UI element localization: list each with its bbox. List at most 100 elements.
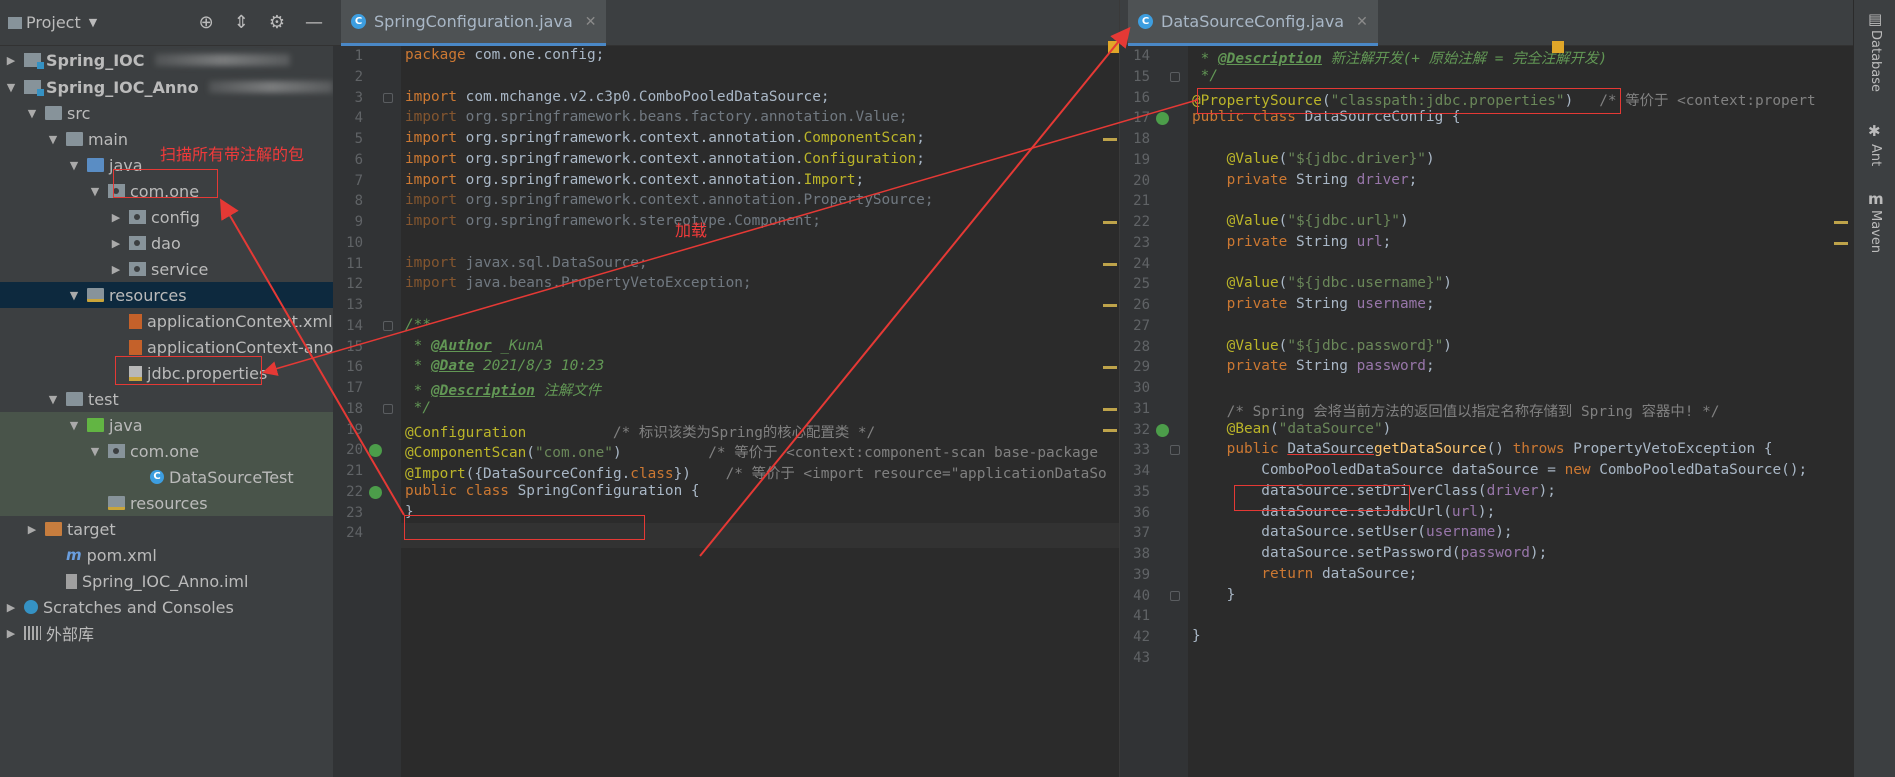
code-line[interactable]: * @Author _KunA xyxy=(405,338,544,354)
code-line[interactable]: @Value("${jdbc.username}") xyxy=(1192,275,1452,291)
code-line[interactable]: /* Spring 会将当前方法的返回值以指定名称存储到 Spring 容器中!… xyxy=(1192,400,1720,421)
chevron-down-icon[interactable]: ▼ xyxy=(46,133,60,146)
code-line[interactable]: import java.beans.PropertyVetoException; xyxy=(405,275,752,291)
code-line[interactable]: import com.mchange.v2.c3p0.ComboPooledDa… xyxy=(405,89,830,105)
tool-tab-database[interactable]: Database xyxy=(1868,30,1883,92)
code-line[interactable]: */ xyxy=(1192,68,1218,84)
tree-node-applicationcontext-anothe[interactable]: applicationContext-anothe xyxy=(0,334,333,360)
code-line[interactable]: import org.springframework.stereotype.Co… xyxy=(405,213,821,229)
minimize-icon[interactable]: — xyxy=(305,12,323,33)
tree-node-jdbc-properties[interactable]: jdbc.properties xyxy=(0,360,333,386)
code-line[interactable]: ComboPooledDataSource dataSource = new C… xyxy=(1192,462,1807,478)
close-icon[interactable]: ✕ xyxy=(585,14,597,30)
chevron-down-icon[interactable]: ▼ xyxy=(67,159,81,172)
tree-node-pom-xml[interactable]: m pom.xml xyxy=(0,542,333,568)
code-line[interactable]: import org.springframework.context.annot… xyxy=(405,172,864,188)
warning-stripe[interactable] xyxy=(1103,138,1117,141)
code-line[interactable]: private String username; xyxy=(1192,296,1435,312)
tool-tab-ant[interactable]: Ant xyxy=(1868,144,1883,166)
warning-icon[interactable] xyxy=(1108,41,1119,54)
fold-marker-icon[interactable] xyxy=(383,320,393,331)
chevron-right-icon[interactable]: ▶ xyxy=(4,54,18,67)
code-line[interactable]: package com.one.config; xyxy=(405,47,604,63)
code-line[interactable]: private String url; xyxy=(1192,234,1392,250)
tree-node-scratches-and-consoles[interactable]: ▶ Scratches and Consoles xyxy=(0,594,333,620)
chevron-right-icon[interactable]: ▶ xyxy=(25,523,39,536)
warning-stripe[interactable] xyxy=(1103,262,1117,266)
tree-node-dao[interactable]: ▶ dao xyxy=(0,230,333,256)
tree-node-spring-ioc-anno-iml[interactable]: Spring_IOC_Anno.iml xyxy=(0,568,333,594)
spring-bean-icon[interactable] xyxy=(369,485,382,499)
code-line[interactable]: @PropertySource("classpath:jdbc.properti… xyxy=(1192,89,1816,110)
chevron-down-icon[interactable]: ▼ xyxy=(4,81,18,94)
code-line[interactable]: public class DataSourceConfig { xyxy=(1192,109,1461,125)
tree-node-spring-ioc[interactable]: ▶ Spring_IOC xyxy=(0,47,333,73)
code-line[interactable]: @Value("${jdbc.password}") xyxy=(1192,338,1452,354)
code-line[interactable]: private String password; xyxy=(1192,358,1435,374)
tree-node-spring-ioc-anno[interactable]: ▼ Spring_IOC_Anno xyxy=(0,74,333,100)
code-line[interactable]: } xyxy=(1192,587,1236,603)
warning-stripe[interactable] xyxy=(1103,366,1117,370)
chevron-down-icon[interactable]: ▼ xyxy=(25,107,39,120)
fold-marker-icon[interactable] xyxy=(1170,445,1180,456)
code-line[interactable]: @Value("${jdbc.driver}") xyxy=(1192,151,1435,167)
code-line[interactable]: * @Description 新注解开发(+ 原始注解 = 完全注解开发) xyxy=(1192,47,1607,68)
code-line[interactable]: import org.springframework.context.annot… xyxy=(405,130,925,146)
code-line[interactable]: * @Description 注解文件 xyxy=(405,379,602,400)
chevron-right-icon[interactable]: ▶ xyxy=(109,211,123,224)
fold-marker-icon[interactable] xyxy=(1170,590,1180,601)
chevron-down-icon[interactable]: ▼ xyxy=(89,16,97,29)
code-line[interactable]: private String driver; xyxy=(1192,172,1418,188)
chevron-right-icon[interactable]: ▶ xyxy=(109,237,123,250)
code-line[interactable]: public class SpringConfiguration { xyxy=(405,483,700,499)
chevron-down-icon[interactable]: ▼ xyxy=(67,419,81,432)
collapse-icon[interactable]: ⇕ xyxy=(234,12,249,33)
tree-node-config[interactable]: ▶ config xyxy=(0,204,333,230)
tree-node-resources[interactable]: resources xyxy=(0,490,333,516)
chevron-right-icon[interactable]: ▶ xyxy=(109,263,123,276)
tab-datasource-config[interactable]: C DataSourceConfig.java ✕ xyxy=(1128,0,1378,46)
code-line[interactable]: dataSource.setUser(username); xyxy=(1192,524,1512,540)
tab-spring-configuration[interactable]: C SpringConfiguration.java ✕ xyxy=(341,0,607,46)
code-line[interactable]: import org.springframework.beans.factory… xyxy=(405,109,908,125)
code-line[interactable]: @Value("${jdbc.url}") xyxy=(1192,213,1409,229)
tree-node-test[interactable]: ▼ test xyxy=(0,386,333,412)
chevron-down-icon[interactable]: ▼ xyxy=(88,445,102,458)
tree-node-com-one[interactable]: ▼ com.one xyxy=(0,178,333,204)
code-line[interactable]: public DataSourcegetDataSource() throws … xyxy=(1192,441,1773,457)
code-line[interactable]: @Configuration /* 标识该类为Spring的核心配置类 */ xyxy=(405,421,875,442)
code-line[interactable]: return dataSource; xyxy=(1192,566,1417,582)
code-line[interactable]: } xyxy=(1192,628,1201,644)
warning-stripe[interactable] xyxy=(1103,304,1117,307)
code-line[interactable]: @ComponentScan("com.one") /* 等价于 <contex… xyxy=(405,441,1098,462)
code-line[interactable]: dataSource.setPassword(password); xyxy=(1192,545,1547,561)
code-line[interactable]: */ xyxy=(405,400,431,416)
chevron-down-icon[interactable]: ▼ xyxy=(88,185,102,198)
tree-node-resources[interactable]: ▼ resources xyxy=(0,282,333,308)
close-icon[interactable]: ✕ xyxy=(1356,14,1368,30)
code-line[interactable]: import javax.sql.DataSource; xyxy=(405,255,648,271)
chevron-right-icon[interactable]: ▶ xyxy=(4,627,18,640)
warning-stripe[interactable] xyxy=(1834,241,1848,245)
warning-stripe[interactable] xyxy=(1103,428,1117,432)
tree-node--[interactable]: ▶ 外部库 xyxy=(0,620,333,646)
project-view-selector[interactable]: Project xyxy=(26,13,81,32)
tree-node-service[interactable]: ▶ service xyxy=(0,256,333,282)
fold-marker-icon[interactable] xyxy=(383,92,393,103)
gear-icon[interactable]: ⚙ xyxy=(269,12,285,33)
warning-stripe[interactable] xyxy=(1103,221,1117,224)
warning-stripe[interactable] xyxy=(1103,407,1117,411)
code-line[interactable]: import org.springframework.context.annot… xyxy=(405,151,925,167)
code-line[interactable]: } xyxy=(405,504,414,520)
chevron-right-icon[interactable]: ▶ xyxy=(4,601,18,614)
fold-marker-icon[interactable] xyxy=(1170,71,1180,82)
tree-node-src[interactable]: ▼ src xyxy=(0,100,333,126)
code-line[interactable]: @Import({DataSourceConfig.class}) /* 等价于… xyxy=(405,462,1107,483)
spring-bean-icon[interactable] xyxy=(1156,423,1169,437)
tree-node-java[interactable]: ▼ java xyxy=(0,412,333,438)
code-line[interactable]: * @Date 2021/8/3 10:23 xyxy=(405,358,605,374)
tree-node-datasourcetest[interactable]: C DataSourceTest xyxy=(0,464,333,490)
chevron-down-icon[interactable]: ▼ xyxy=(46,393,60,406)
code-line[interactable]: dataSource.setJdbcUrl(url); xyxy=(1192,504,1495,520)
warning-stripe[interactable] xyxy=(1834,221,1848,224)
